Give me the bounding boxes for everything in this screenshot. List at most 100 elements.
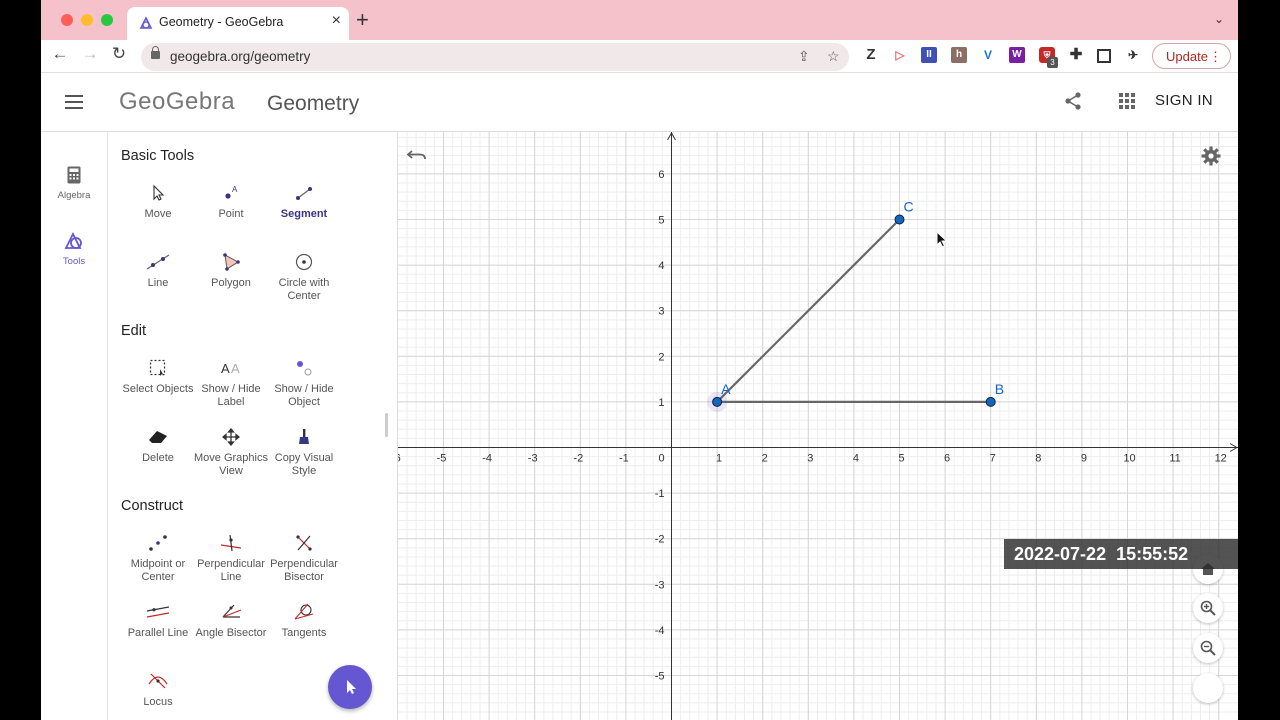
tool-line[interactable]: Line	[119, 253, 197, 290]
tool-polygon[interactable]: Polygon	[192, 253, 270, 290]
extension-h-icon[interactable]: h	[951, 47, 967, 63]
new-tab-button[interactable]: +	[356, 9, 369, 31]
extension-v-icon[interactable]: V	[980, 47, 996, 63]
tab-search-chevron-icon[interactable]: ⌄	[1214, 12, 1224, 26]
x-tick-label: 9	[1081, 453, 1087, 465]
tool-perpendicular-bisector[interactable]: Perpendicular Bisector	[265, 534, 343, 583]
lock-icon	[151, 46, 160, 59]
browser-window: Geometry - GeoGebra × + ⌄ ← → ↻ geogebra…	[41, 0, 1238, 720]
extension-w-icon[interactable]: W	[1009, 47, 1025, 63]
tool-circle-with-center[interactable]: Circle with Center	[265, 253, 343, 302]
tool-midpoint-or-center[interactable]: Midpoint or Center	[119, 534, 197, 583]
back-arrow-icon[interactable]: ←	[48, 44, 72, 64]
close-window-button[interactable]	[61, 14, 73, 26]
section-title-construct: Construct	[121, 498, 184, 514]
parallel-line-icon	[146, 606, 170, 618]
tool-label: Perpendicular Line	[197, 558, 265, 583]
paint-brush-icon	[299, 429, 309, 444]
coordinate-plane[interactable]: -6-5-4-3-2-10123456789101112123456-1-2-3…	[398, 132, 1238, 720]
bookmark-star-icon[interactable]: ☆	[827, 48, 840, 65]
perpendicular-bisector-icon	[296, 535, 312, 551]
tool-show-hide-object[interactable]: Show / Hide Object	[265, 359, 343, 408]
tool-label: Segment	[280, 208, 328, 220]
polygon-icon	[223, 253, 240, 271]
minimize-window-button[interactable]	[81, 14, 93, 26]
tool-angle-bisector[interactable]: Angle Bisector	[192, 603, 270, 640]
eraser-icon	[149, 431, 167, 443]
show-hide-label-icon: AA	[221, 361, 240, 376]
update-button[interactable]: Update ⋮	[1152, 43, 1231, 69]
point-a	[712, 396, 723, 407]
svg-text:A: A	[232, 185, 238, 194]
forward-arrow-icon[interactable]: →	[78, 44, 102, 64]
browser-tab[interactable]: Geometry - GeoGebra ×	[127, 7, 349, 40]
panel-scrollbar[interactable]	[385, 413, 388, 437]
x-tick-label: -1	[619, 453, 629, 465]
zoom-out-button[interactable]	[1193, 633, 1223, 663]
major-grid	[398, 132, 1238, 720]
apps-grid-icon[interactable]	[1119, 93, 1135, 109]
rail-label-algebra: Algebra	[57, 190, 91, 201]
app-header: GeoGebra Geometry SIGN IN	[41, 73, 1238, 132]
midpoint-icon	[149, 535, 167, 551]
side-panel-icon[interactable]	[1097, 49, 1111, 63]
point-c	[894, 214, 905, 225]
extension-arrow-icon[interactable]: ▷	[892, 47, 908, 63]
segment-icon	[296, 187, 312, 200]
browser-titlebar: Geometry - GeoGebra × + ⌄	[41, 0, 1238, 40]
x-tick-label: 12	[1215, 453, 1227, 465]
tool-tangents[interactable]: Tangents	[265, 603, 343, 640]
undo-icon[interactable]	[406, 146, 428, 164]
tool-segment[interactable]: Segment	[265, 184, 343, 221]
y-tick-label: -5	[655, 671, 665, 683]
point-label-a: A	[721, 381, 731, 397]
tool-delete[interactable]: Delete	[119, 428, 197, 465]
tool-select-objects[interactable]: Select Objects	[119, 359, 197, 396]
zoom-in-button[interactable]	[1193, 593, 1223, 623]
zoom-in-icon	[1200, 600, 1216, 616]
reload-icon[interactable]: ↻	[107, 44, 131, 64]
x-tick-label: 3	[807, 453, 813, 465]
rail-item-algebra[interactable]: Algebra	[41, 166, 107, 201]
tool-point[interactable]: A Point	[192, 184, 270, 221]
tool-label: Point	[218, 208, 244, 220]
perpendicular-line-icon	[220, 534, 242, 552]
tool-show-hide-label[interactable]: AA Show / Hide Label	[192, 359, 270, 408]
x-tick-label: 6	[944, 453, 950, 465]
tool-move-graphics-view[interactable]: Move Graphics View	[192, 428, 270, 477]
tools-shapes-icon	[64, 232, 82, 249]
tool-copy-visual-style[interactable]: Copy Visual Style	[265, 428, 343, 477]
settings-gear-icon[interactable]	[1201, 146, 1221, 166]
tab-close-icon[interactable]: ×	[332, 12, 341, 30]
tool-label: Delete	[142, 452, 174, 464]
minor-grid	[398, 132, 1238, 720]
tangents-icon	[294, 603, 314, 620]
tool-move[interactable]: Move	[119, 184, 197, 221]
zotero-extension-icon[interactable]: Z	[863, 47, 879, 63]
angle-bisector-icon	[222, 604, 242, 618]
address-bar[interactable]: geogebra.org/geometry ⇪ ☆	[141, 43, 849, 71]
extension-grid-icon[interactable]: II	[921, 47, 937, 63]
fullscreen-button[interactable]	[1193, 673, 1223, 703]
selection-cursor-button[interactable]	[328, 665, 372, 709]
tool-label: Parallel Line	[127, 627, 189, 639]
tool-perpendicular-line[interactable]: Perpendicular Line	[192, 534, 270, 583]
rail-item-tools[interactable]: Tools	[41, 232, 107, 267]
y-tick-label: -4	[655, 625, 665, 637]
profile-avatar-icon[interactable]: ✈	[1125, 47, 1141, 63]
share-page-icon[interactable]: ⇪	[798, 48, 810, 65]
tool-parallel-line[interactable]: Parallel Line	[119, 603, 197, 640]
maximize-window-button[interactable]	[101, 14, 113, 26]
geogebra-logo[interactable]: GeoGebra	[119, 88, 235, 116]
y-tick-label: -1	[655, 488, 665, 500]
tool-locus[interactable]: Locus	[119, 672, 197, 709]
tool-label: Move	[144, 208, 172, 220]
tool-label: Locus	[143, 696, 173, 708]
extensions-puzzle-icon[interactable]: ✚	[1068, 47, 1084, 63]
share-icon[interactable]	[1063, 91, 1083, 111]
menu-icon[interactable]	[65, 95, 83, 113]
graphics-view[interactable]: -6-5-4-3-2-10123456789101112123456-1-2-3…	[398, 132, 1238, 720]
sign-in-button[interactable]: SIGN IN	[1155, 92, 1213, 109]
tool-label: Show / Hide Label	[201, 383, 261, 408]
x-tick-label: 8	[1035, 453, 1041, 465]
